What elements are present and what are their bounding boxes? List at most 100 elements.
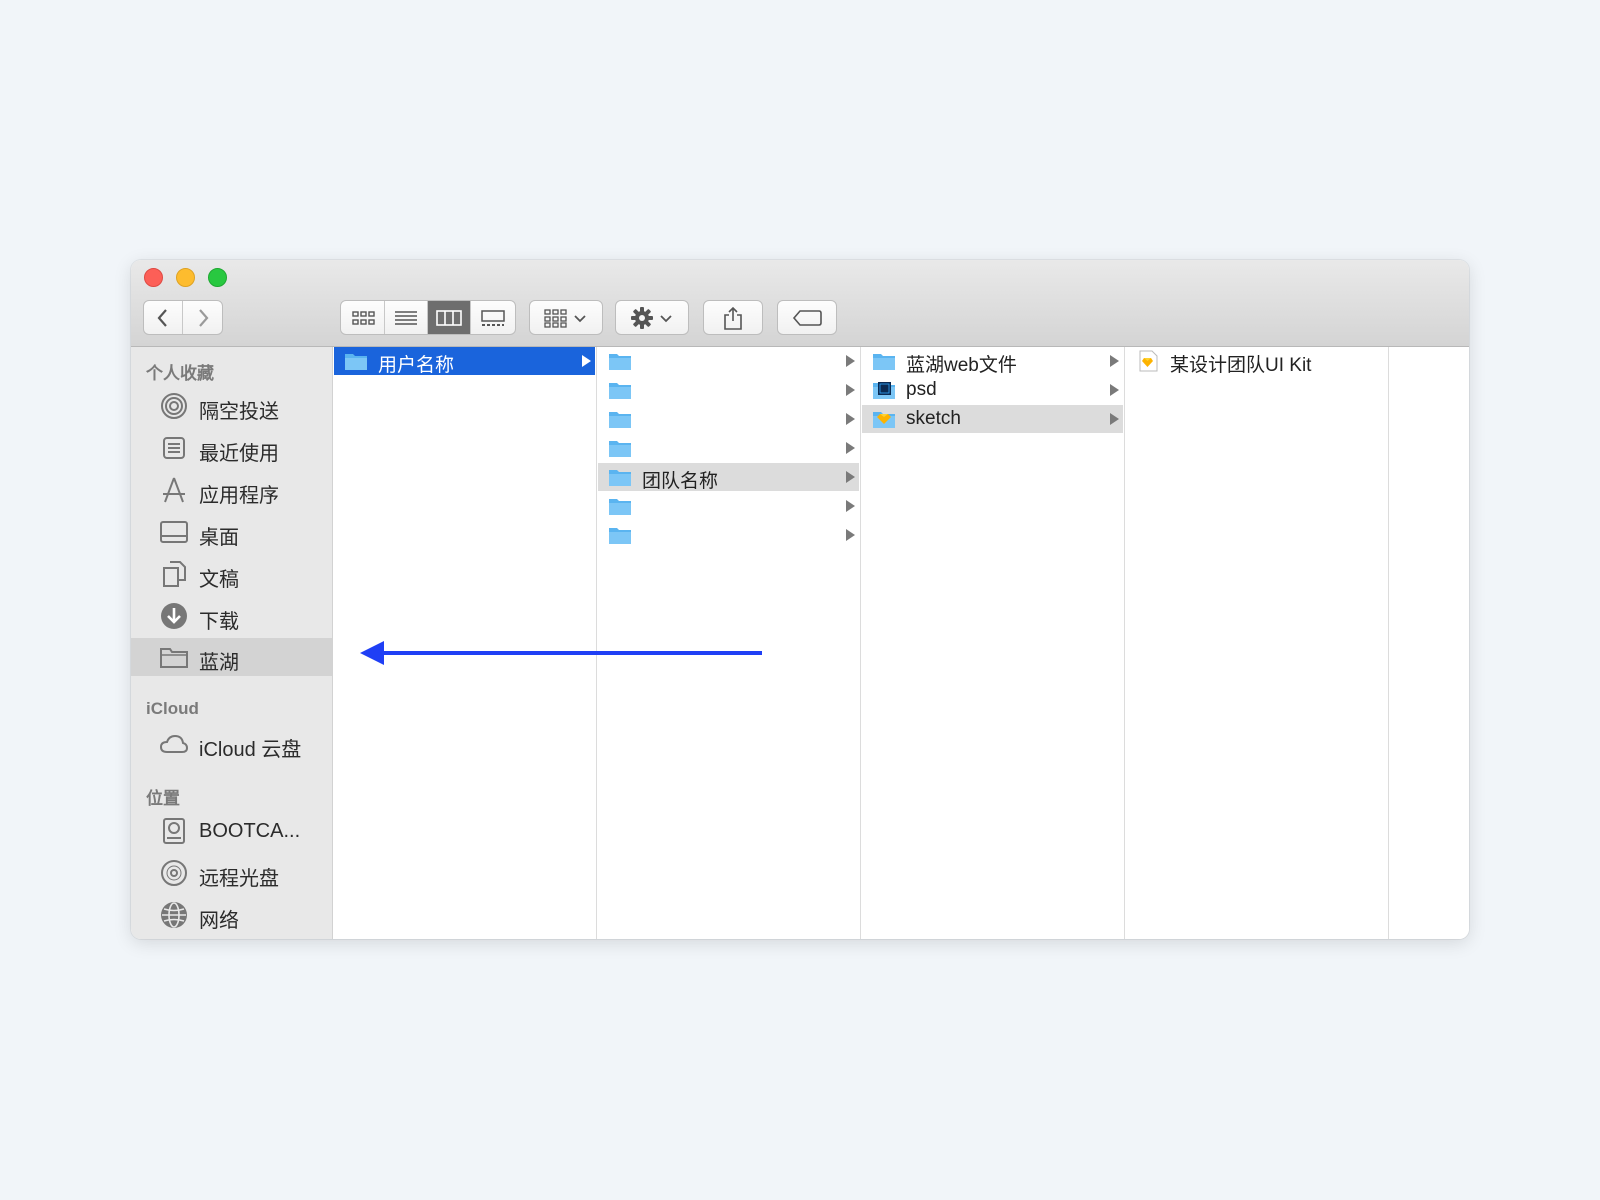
sidebar-item-label: iCloud 云盘 <box>199 739 302 761</box>
gallery-view-icon <box>480 309 505 326</box>
chevron-down-icon <box>660 314 672 322</box>
desktop-icon <box>159 518 189 546</box>
sketch-file-icon <box>1139 350 1158 372</box>
column-2: 团队名称 <box>597 347 861 939</box>
sketch-folder-icon <box>873 412 895 428</box>
sidebar-item-remote-disc[interactable]: 远程光盘 <box>131 854 332 892</box>
list-item-folder[interactable] <box>598 405 859 433</box>
list-item-folder[interactable] <box>598 521 859 549</box>
forward-button[interactable] <box>183 301 222 334</box>
disclosure-arrow-icon <box>846 500 855 512</box>
share-button[interactable] <box>703 300 763 335</box>
back-button[interactable] <box>144 301 184 334</box>
column-empty <box>1389 347 1469 939</box>
applications-icon <box>159 476 189 504</box>
folder-icon <box>609 470 631 486</box>
optical-disc-icon <box>159 859 189 887</box>
folder-icon <box>609 354 631 370</box>
item-name: sketch <box>906 408 961 429</box>
item-name: 用户名称 <box>378 355 455 376</box>
sidebar-item-bootcamp[interactable]: BOOTCA... <box>131 812 332 850</box>
disclosure-arrow-icon <box>1110 384 1119 396</box>
chevron-left-icon <box>157 308 167 327</box>
close-button[interactable] <box>144 268 163 287</box>
folder-icon <box>609 528 631 544</box>
sidebar-item-network[interactable]: 网络 <box>131 896 332 934</box>
disclosure-arrow-icon <box>846 355 855 367</box>
sidebar-item-label: 文稿 <box>199 569 239 591</box>
chevron-right-icon <box>198 308 208 327</box>
list-item-psd[interactable]: psd <box>862 376 1123 404</box>
gallery-view-button[interactable] <box>471 301 514 334</box>
list-item-folder[interactable] <box>598 434 859 462</box>
list-view-button[interactable] <box>385 301 428 334</box>
action-menu-button[interactable] <box>615 300 689 335</box>
list-item-team-name[interactable]: 团队名称 <box>598 463 859 492</box>
sidebar-item-label: 最近使用 <box>199 443 279 465</box>
folder-icon <box>609 499 631 515</box>
list-view-icon <box>395 310 417 325</box>
disclosure-arrow-icon <box>1110 355 1119 367</box>
finder-window: 个人收藏 隔空投送 最近使用 应用程序 桌面 文稿 下载 蓝湖 iCloud i… <box>131 260 1469 939</box>
tags-button[interactable] <box>777 300 837 335</box>
list-item-sketch[interactable]: sketch <box>862 405 1123 433</box>
folder-icon <box>609 383 631 399</box>
sidebar-item-label: 隔空投送 <box>199 401 279 423</box>
downloads-icon <box>159 602 189 630</box>
list-item-user-name[interactable]: 用户名称 <box>334 347 595 376</box>
folder-icon <box>159 643 189 671</box>
toolbar <box>131 260 1469 347</box>
list-item-ui-kit-file[interactable]: 某设计团队UI Kit <box>1126 347 1387 376</box>
icon-view-button[interactable] <box>342 301 385 334</box>
item-name: 蓝湖web文件 <box>906 355 1017 376</box>
disk-icon <box>159 817 189 845</box>
sidebar-item-label: 蓝湖 <box>199 652 239 674</box>
sidebar-item-lanhu[interactable]: 蓝湖 <box>131 638 332 676</box>
locations-section-title: 位置 <box>146 789 180 808</box>
list-item-folder[interactable] <box>598 376 859 404</box>
view-mode-group <box>340 300 516 335</box>
column-4: 某设计团队UI Kit <box>1125 347 1389 939</box>
disclosure-arrow-icon <box>846 471 855 483</box>
airdrop-icon <box>159 392 189 420</box>
recents-icon <box>159 434 189 462</box>
sidebar-item-desktop[interactable]: 桌面 <box>131 513 332 551</box>
sidebar-item-label: 下载 <box>199 611 239 633</box>
disclosure-arrow-icon <box>846 384 855 396</box>
list-item-lanhu-web-files[interactable]: 蓝湖web文件 <box>862 347 1123 376</box>
sidebar-item-label: BOOTCA... <box>199 820 301 842</box>
item-name: psd <box>906 379 937 400</box>
list-item-folder[interactable] <box>598 347 859 375</box>
sidebar: 个人收藏 隔空投送 最近使用 应用程序 桌面 文稿 下载 蓝湖 iCloud i… <box>131 347 333 939</box>
zoom-button[interactable] <box>208 268 227 287</box>
icloud-section-title: iCloud <box>146 699 199 718</box>
sidebar-item-recents[interactable]: 最近使用 <box>131 429 332 467</box>
item-name: 某设计团队UI Kit <box>1170 355 1312 376</box>
disclosure-arrow-icon <box>846 442 855 454</box>
sidebar-item-airdrop[interactable]: 隔空投送 <box>131 387 332 425</box>
chevron-down-icon <box>574 314 586 322</box>
sidebar-item-applications[interactable]: 应用程序 <box>131 471 332 509</box>
folder-icon <box>609 441 631 457</box>
disclosure-arrow-icon <box>846 413 855 425</box>
sidebar-item-label: 网络 <box>199 910 239 932</box>
column-view-button[interactable] <box>428 301 471 334</box>
disclosure-arrow-icon <box>582 355 591 367</box>
group-by-button[interactable] <box>529 300 603 335</box>
documents-icon <box>159 560 189 588</box>
sidebar-item-icloud-drive[interactable]: iCloud 云盘 <box>131 725 332 763</box>
group-icon <box>544 308 567 328</box>
sidebar-item-label: 远程光盘 <box>199 868 279 890</box>
network-icon <box>159 901 189 929</box>
minimize-button[interactable] <box>176 268 195 287</box>
disclosure-arrow-icon <box>846 529 855 541</box>
sidebar-item-downloads[interactable]: 下载 <box>131 597 332 635</box>
column-view-icon <box>436 309 462 326</box>
list-item-folder[interactable] <box>598 492 859 520</box>
sidebar-item-label: 桌面 <box>199 527 239 549</box>
disclosure-arrow-icon <box>1110 413 1119 425</box>
cloud-icon <box>159 730 189 758</box>
tag-icon <box>792 309 822 326</box>
folder-icon <box>873 354 895 370</box>
sidebar-item-documents[interactable]: 文稿 <box>131 555 332 593</box>
